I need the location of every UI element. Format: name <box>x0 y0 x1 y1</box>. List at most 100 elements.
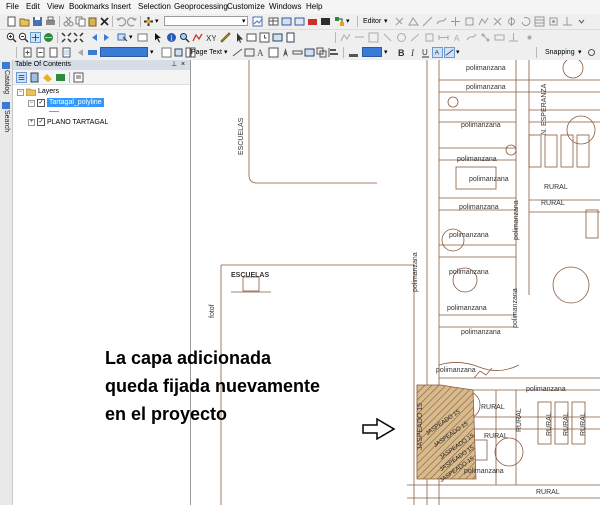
model-builder-icon[interactable] <box>334 16 345 27</box>
fixed-zoom-in-icon[interactable] <box>61 32 72 43</box>
focus-data-frame-icon[interactable] <box>173 47 184 58</box>
menu-windows[interactable]: Windows <box>269 2 301 12</box>
layout-view-icon[interactable] <box>285 32 296 43</box>
layer2-label[interactable]: PLANO TARTAGAL <box>47 118 108 127</box>
menu-view[interactable]: View <box>47 2 64 12</box>
insert-picture-icon[interactable] <box>304 47 315 58</box>
polimanzana-label: polimanzana <box>526 386 566 393</box>
menu-help[interactable]: Help <box>306 2 322 12</box>
insert-scale-bar-icon[interactable] <box>292 47 303 58</box>
scale-combo[interactable] <box>164 16 248 26</box>
search-tab[interactable]: Search <box>1 110 11 132</box>
font-color-icon[interactable]: A <box>432 47 443 58</box>
layer1-collapse-toggle[interactable]: − <box>28 100 35 107</box>
zoom-in-icon[interactable] <box>6 32 17 43</box>
hyperlink-icon[interactable] <box>233 32 244 43</box>
clear-selection-icon[interactable] <box>137 32 148 43</box>
pan-icon[interactable] <box>30 32 41 43</box>
measure-icon[interactable] <box>220 32 231 43</box>
catalog-window-icon[interactable] <box>281 16 292 27</box>
copy-icon[interactable] <box>75 16 86 27</box>
draw-rect-icon[interactable] <box>244 47 255 58</box>
paste-icon[interactable] <box>87 16 98 27</box>
map-display[interactable]: ESCUELAS ESCUELAS fotof N. ESPERANZA JAS… <box>191 60 600 505</box>
menu-selection[interactable]: Selection <box>138 2 171 12</box>
insert-legend-icon[interactable] <box>268 47 279 58</box>
options-icon[interactable] <box>73 72 84 83</box>
zoom-out-icon[interactable] <box>18 32 29 43</box>
font-size-combo[interactable] <box>362 47 382 57</box>
print-icon[interactable] <box>45 16 56 27</box>
fixed-zoom-out-icon[interactable] <box>73 32 84 43</box>
insert-north-arrow-icon[interactable] <box>280 47 291 58</box>
layer2-expand-toggle[interactable]: + <box>28 119 35 126</box>
catalog-tab[interactable]: Catalog <box>1 70 11 94</box>
time-slider-icon[interactable] <box>259 32 270 43</box>
page-back-icon[interactable] <box>75 47 86 58</box>
bold-icon[interactable]: B <box>396 47 407 58</box>
list-by-source-icon[interactable] <box>29 72 40 83</box>
menu-file[interactable]: File <box>6 2 19 12</box>
list-by-drawing-order-icon[interactable] <box>16 72 27 83</box>
menu-bookmarks[interactable]: Bookmarks <box>69 2 109 12</box>
layers-root-label[interactable]: Layers <box>38 87 59 96</box>
back-extent-icon[interactable] <box>89 32 100 43</box>
table-icon[interactable] <box>268 16 279 27</box>
layers-collapse-toggle[interactable]: − <box>17 89 24 96</box>
redo-icon[interactable] <box>127 16 138 27</box>
draw-line-icon[interactable] <box>232 47 243 58</box>
undo-icon[interactable] <box>115 16 126 27</box>
viewer-window-icon[interactable] <box>272 32 283 43</box>
close-icon[interactable]: × <box>181 60 185 70</box>
toggle-draft-icon[interactable] <box>161 47 172 58</box>
list-by-visibility-icon[interactable] <box>42 72 53 83</box>
layout-zoom-out-icon[interactable] <box>35 47 46 58</box>
delete-icon[interactable] <box>99 16 110 27</box>
new-document-icon[interactable] <box>6 16 17 27</box>
select-features-icon[interactable] <box>117 32 128 43</box>
insert-text-icon[interactable]: A <box>256 47 267 58</box>
menu-insert[interactable]: Insert <box>111 2 131 12</box>
select-elements-icon[interactable] <box>153 32 164 43</box>
cut-icon[interactable] <box>63 16 74 27</box>
page-text-menu[interactable]: Page Text <box>191 47 222 58</box>
layer2-visibility-checkbox[interactable]: ✓ <box>37 118 45 126</box>
list-by-selection-icon[interactable] <box>55 72 66 83</box>
search-window-icon[interactable] <box>294 16 305 27</box>
full-extent-icon[interactable] <box>43 32 54 43</box>
layout-toolbar: ▾ Page Text ▾ A ▾ B I U A ▾ Snapping ▾ <box>0 45 600 61</box>
html-popup-icon[interactable] <box>246 32 257 43</box>
underline-icon[interactable]: U <box>420 47 431 58</box>
align-icon[interactable] <box>328 47 339 58</box>
italic-icon[interactable]: I <box>408 47 419 58</box>
add-data-icon[interactable] <box>143 16 154 27</box>
save-icon[interactable] <box>32 16 43 27</box>
fill-color-icon[interactable] <box>348 47 359 58</box>
snap-point-icon[interactable] <box>586 47 597 58</box>
route-icon[interactable] <box>192 32 203 43</box>
forward-extent-icon[interactable] <box>101 32 112 43</box>
python-window-icon[interactable] <box>320 16 331 27</box>
group-icon[interactable] <box>316 47 327 58</box>
menu-customize[interactable]: Customize <box>227 2 265 12</box>
menu-geoprocessing[interactable]: Geoprocessing <box>174 2 228 12</box>
snapping-menu[interactable]: Snapping <box>545 47 575 58</box>
pin-icon[interactable]: ⊥ <box>171 60 177 70</box>
layout-zoom-in-icon[interactable] <box>22 47 33 58</box>
zoom-percent-combo[interactable] <box>100 47 148 57</box>
layout-pan-icon[interactable] <box>48 47 59 58</box>
menu-edit[interactable]: Edit <box>26 2 40 12</box>
zoom-whole-page-icon[interactable] <box>61 47 72 58</box>
line-color-icon[interactable] <box>444 47 455 58</box>
open-folder-icon[interactable] <box>19 16 30 27</box>
toolbar-options-icon[interactable] <box>576 16 587 27</box>
layer1-label[interactable]: Tartagal_polyline <box>46 97 105 108</box>
editor-menu[interactable]: Editor <box>363 16 381 27</box>
find-icon[interactable] <box>179 32 190 43</box>
editor-toolbar-icon[interactable] <box>252 16 263 27</box>
identify-icon[interactable]: i <box>166 32 177 43</box>
go-to-xy-icon[interactable]: XY <box>205 32 216 43</box>
zoom-percent-icon[interactable] <box>87 47 98 58</box>
arctoolbox-icon[interactable] <box>307 16 318 27</box>
layer1-visibility-checkbox[interactable]: ✓ <box>37 99 45 107</box>
